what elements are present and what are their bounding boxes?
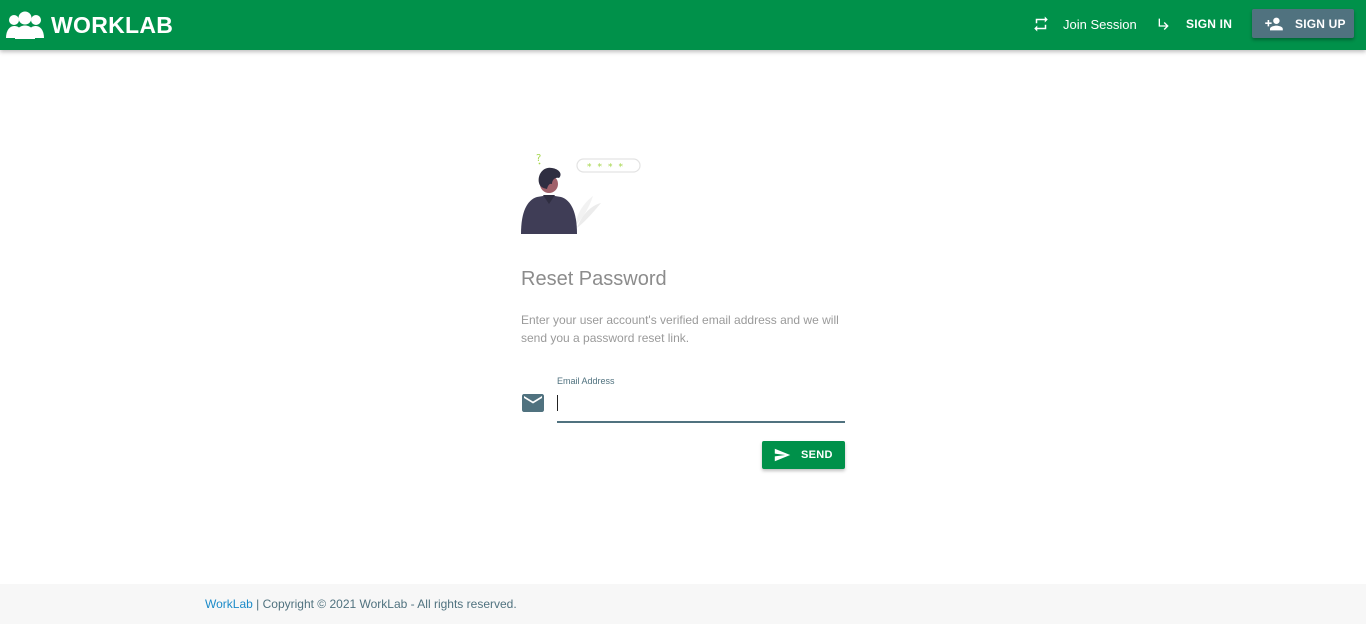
svg-text:****: ****: [587, 163, 629, 173]
send-button[interactable]: SEND: [762, 441, 845, 469]
copyright-text: | Copyright © 2021 WorkLab - All rights …: [252, 597, 517, 611]
email-field-label: Email Address: [557, 376, 615, 386]
question-mark-icon: ?: [536, 153, 541, 164]
top-app-bar: WORKLAB Join Session SIGN IN SIGN UP: [0, 0, 1366, 50]
footer-worklab-link[interactable]: WorkLab: [205, 597, 253, 611]
person-add-icon: [1265, 17, 1283, 30]
brand-logo[interactable]: WORKLAB: [4, 8, 173, 42]
text-cursor: [557, 395, 558, 411]
repeat-icon: [1034, 16, 1048, 32]
group-icon: [6, 11, 44, 39]
mail-icon: [522, 394, 544, 412]
subdirectory-arrow-icon: [1158, 18, 1169, 30]
send-label: SEND: [801, 449, 833, 461]
page-title: Reset Password: [521, 268, 667, 290]
sign-up-label: SIGN UP: [1295, 16, 1346, 31]
join-session-link[interactable]: Join Session: [1032, 11, 1137, 37]
join-session-label: Join Session: [1063, 16, 1137, 32]
footer: WorkLab | Copyright © 2021 WorkLab - All…: [0, 584, 1366, 624]
brand-name: WORKLAB: [51, 11, 174, 38]
reset-description: Enter your user account's verified email…: [521, 313, 839, 345]
forgot-password-illustration: ? ****: [521, 153, 641, 234]
copyright-notice: WorkLab | Copyright © 2021 WorkLab - All…: [205, 597, 517, 611]
email-field[interactable]: [557, 393, 845, 423]
send-icon: [774, 448, 791, 462]
sign-in-label: SIGN IN: [1186, 17, 1233, 31]
sign-in-link[interactable]: SIGN IN: [1156, 11, 1232, 37]
sign-up-button[interactable]: SIGN UP: [1252, 9, 1354, 38]
